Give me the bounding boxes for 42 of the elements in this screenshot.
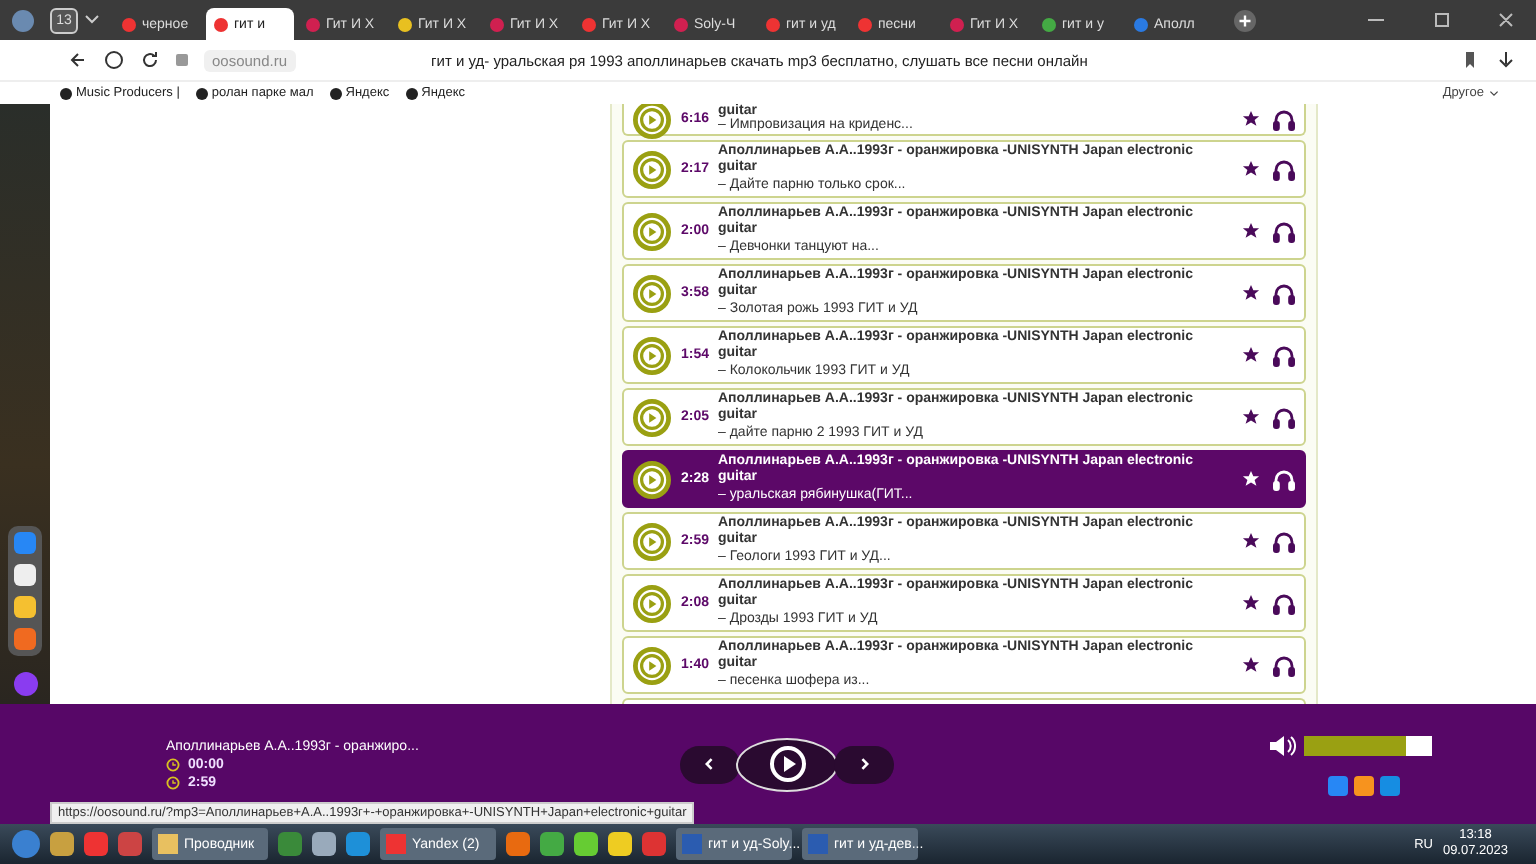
headphones-icon[interactable]: [1272, 653, 1296, 677]
bookmark-icon[interactable]: [1460, 50, 1480, 70]
chevron-left-icon: [702, 756, 718, 772]
headphones-icon[interactable]: [1272, 529, 1296, 553]
next-button[interactable]: [834, 745, 894, 783]
star-icon[interactable]: [1242, 532, 1260, 550]
app-icon[interactable]: [14, 564, 36, 586]
clock-icon: [166, 775, 180, 789]
headphones-icon[interactable]: [1272, 467, 1296, 491]
back-icon[interactable]: [68, 50, 88, 70]
previous-button[interactable]: [680, 745, 740, 783]
app-icon[interactable]: [608, 832, 632, 856]
play-button[interactable]: [736, 737, 838, 791]
star-icon[interactable]: [1242, 594, 1260, 612]
headphones-icon[interactable]: [1272, 405, 1296, 429]
star-icon[interactable]: [1242, 160, 1260, 178]
star-icon[interactable]: [1242, 470, 1260, 488]
play-icon: [767, 744, 807, 784]
profile-avatar-icon[interactable]: [12, 9, 34, 31]
start-button[interactable]: [12, 830, 40, 858]
headphones-icon[interactable]: [1272, 219, 1296, 243]
star-icon[interactable]: [1242, 656, 1260, 674]
star-icon[interactable]: [1242, 110, 1260, 128]
headphones-icon[interactable]: [1272, 281, 1296, 305]
headphones-icon[interactable]: [1272, 107, 1296, 131]
new-tab-icon[interactable]: [1234, 9, 1256, 31]
play-icon[interactable]: [632, 459, 672, 499]
reload-icon[interactable]: [140, 50, 160, 70]
clock-icon: [166, 757, 180, 771]
app-icon[interactable]: [506, 832, 530, 856]
chevron-down-icon: [1488, 87, 1500, 99]
download-icon[interactable]: [1496, 50, 1516, 70]
headphones-icon[interactable]: [1272, 157, 1296, 181]
star-icon[interactable]: [1242, 284, 1260, 302]
chevron-right-icon: [856, 756, 872, 772]
star-icon[interactable]: [1242, 346, 1260, 364]
volume-slider[interactable]: [1304, 735, 1432, 755]
star-icon[interactable]: [1242, 408, 1260, 426]
headphones-icon[interactable]: [1272, 343, 1296, 367]
star-icon[interactable]: [1242, 222, 1260, 240]
headphones-icon[interactable]: [1272, 591, 1296, 615]
volume-icon[interactable]: [1268, 733, 1296, 757]
